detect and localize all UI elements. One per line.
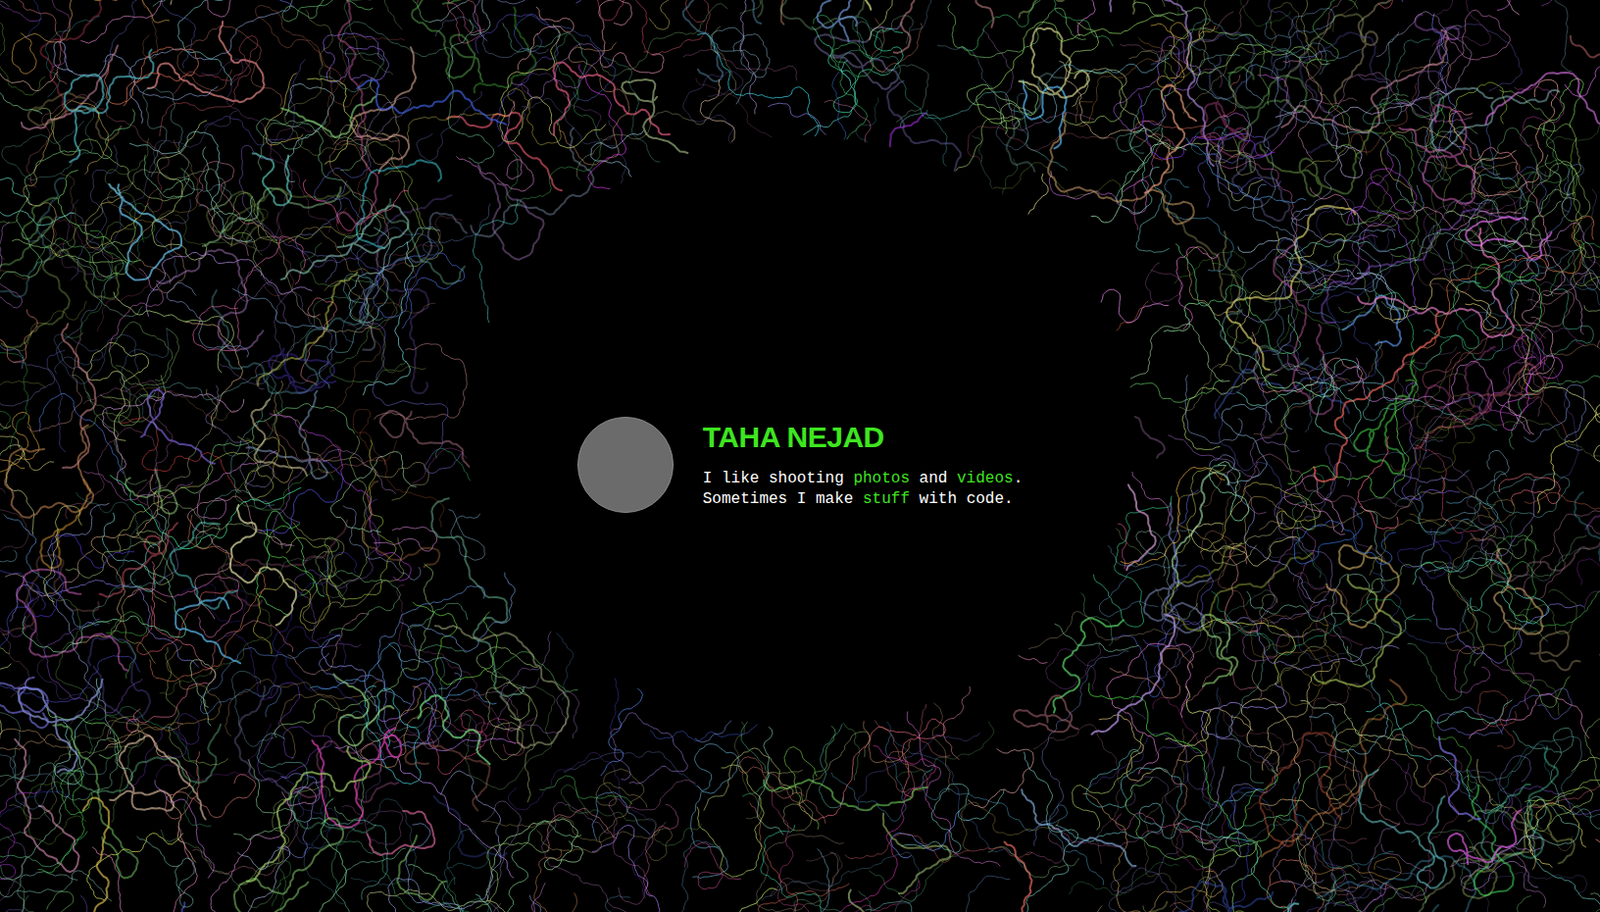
bio-text: Sometimes I make (702, 490, 863, 508)
bio-link[interactable]: stuff (862, 490, 910, 508)
bio-text: . (1013, 469, 1024, 488)
profile-name: TAHA NEJAD (702, 419, 1023, 455)
bio-link[interactable]: videos (956, 469, 1014, 488)
profile-card: TAHA NEJAD I like shooting photos and vid… (577, 416, 1023, 513)
profile-text: TAHA NEJAD I like shooting photos and vid… (702, 419, 1023, 510)
generative-art-background (0, 0, 1600, 912)
bio-text: and (909, 469, 957, 488)
hero: TAHA NEJAD I like shooting photos and vid… (0, 0, 1600, 912)
bio: I like shooting photos and videos.Someti… (702, 468, 1023, 510)
bio-text: I like shooting (702, 469, 854, 488)
bio-line: Sometimes I make stuff with code. (702, 489, 1023, 510)
bio-link[interactable]: photos (852, 469, 910, 488)
bio-text: with code. (909, 490, 1014, 508)
avatar-photo (577, 416, 674, 513)
page: TAHA NEJAD I like shooting photos and vid… (0, 0, 1600, 912)
bio-line: I like shooting photos and videos. (702, 468, 1023, 490)
